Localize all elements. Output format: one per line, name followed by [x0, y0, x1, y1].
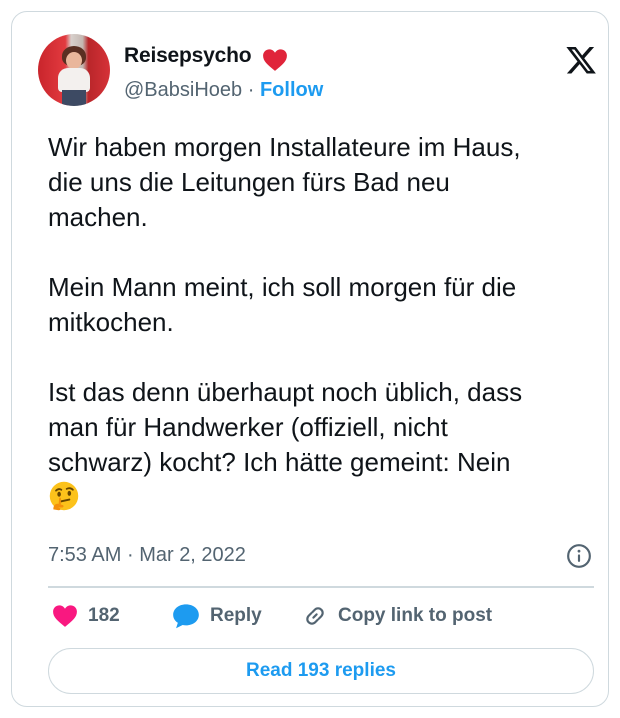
- follow-button[interactable]: Follow: [260, 79, 323, 101]
- read-replies-label: Read 193 replies: [246, 660, 396, 681]
- timestamp-separator: ·: [126, 544, 134, 566]
- red-heart-emoji-icon: [263, 49, 287, 71]
- heart-icon: [53, 605, 77, 627]
- like-count: 182: [88, 605, 120, 626]
- copy-link-label: Copy link to post: [338, 605, 493, 626]
- divider: [48, 586, 594, 588]
- tweet-timestamp[interactable]: 7:53 AM · Mar 2, 2022: [48, 544, 246, 567]
- tweet-card: Reisepsycho @BabsiHoeb · Follow Wir habe…: [11, 11, 609, 707]
- x-logo-icon[interactable]: [566, 46, 596, 74]
- info-icon[interactable]: [566, 543, 592, 569]
- separator-dot: ·: [247, 79, 255, 101]
- speech-bubble-icon: [173, 604, 199, 629]
- author-handle[interactable]: @BabsiHoeb: [124, 79, 242, 101]
- copy-link-button[interactable]: Copy link to post: [302, 602, 492, 630]
- like-button[interactable]: 182: [52, 602, 120, 630]
- link-icon: [306, 607, 324, 625]
- author-name[interactable]: Reisepsycho: [124, 44, 252, 68]
- thinking-face-emoji-icon: [49, 481, 79, 511]
- tweet-time: 7:53 AM: [48, 544, 122, 566]
- handle-row: @BabsiHoeb · Follow: [124, 79, 323, 102]
- tweet-date: Mar 2, 2022: [139, 544, 246, 566]
- tweet-text: Wir haben morgen Installateure im Haus, …: [48, 130, 608, 515]
- avatar[interactable]: [38, 34, 110, 106]
- tweet-paragraph-1: Wir haben morgen Installateure im Haus, …: [48, 132, 521, 232]
- reply-label: Reply: [210, 605, 262, 626]
- reply-button[interactable]: Reply: [172, 602, 262, 630]
- tweet-paragraph-3: Ist das denn überhaupt noch üblich, dass…: [48, 377, 523, 477]
- tweet-paragraph-2: Mein Mann meint, ich soll morgen für die…: [48, 272, 517, 337]
- read-replies-button[interactable]: Read 193 replies: [48, 648, 594, 694]
